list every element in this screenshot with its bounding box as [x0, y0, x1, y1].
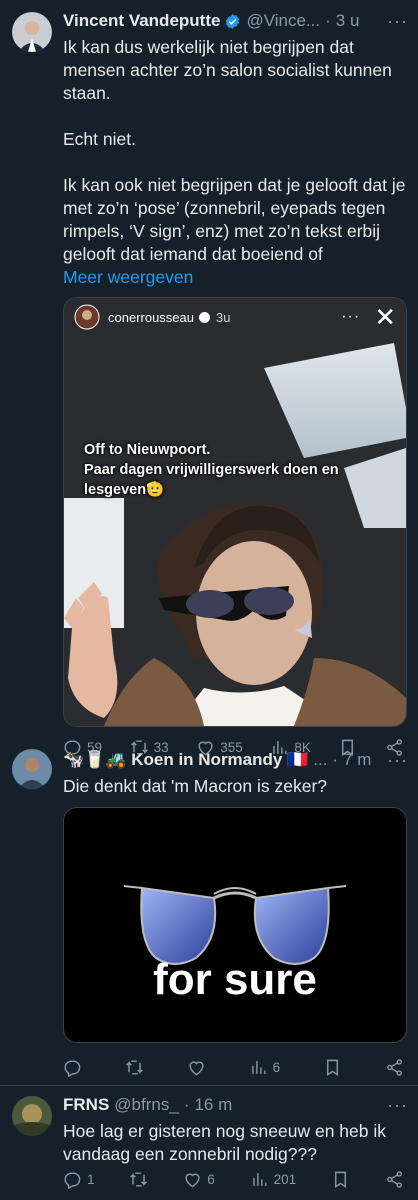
retweet-icon [130, 1171, 148, 1187]
views-button[interactable]: 201 [250, 1170, 296, 1189]
more-options-icon[interactable]: ··· [387, 11, 408, 32]
like-button[interactable] [187, 1058, 206, 1077]
views-button[interactable]: 6 [249, 1058, 280, 1077]
divider [0, 1085, 418, 1086]
reply-icon [64, 1059, 81, 1077]
share-button[interactable] [385, 1058, 404, 1077]
author-handle[interactable]: @Vince... [246, 11, 320, 31]
author-handle[interactable]: ... [313, 750, 327, 770]
views-icon [251, 1060, 266, 1074]
tweet-text: Die denkt dat 'm Macron is zeker? [63, 776, 328, 796]
reply-button[interactable] [63, 1058, 82, 1077]
reply-icon [64, 1171, 81, 1189]
bookmark-icon [335, 1171, 347, 1188]
verified-badge-icon [226, 13, 240, 29]
tweet-text: Ik kan dus werkelijk niet begrijpen dat … [63, 37, 406, 264]
reply-button[interactable]: 1 [63, 1170, 95, 1189]
timestamp[interactable]: 3 u [336, 11, 360, 31]
tweet-text: Hoe lag er gisteren nog sneeuw en heb ik… [63, 1121, 386, 1164]
author-name[interactable]: FRNS [63, 1095, 109, 1115]
share-button[interactable] [385, 1170, 404, 1189]
story-time: 3u [216, 309, 231, 325]
story-verified-icon [199, 311, 210, 323]
heart-icon [189, 1061, 204, 1075]
timestamp[interactable]: 16 m [194, 1095, 232, 1115]
retweet-icon [125, 1059, 143, 1075]
bookmark-button[interactable] [331, 1170, 350, 1189]
show-more-link[interactable]: Meer weergeven [63, 266, 408, 289]
separator-dot: · [183, 1095, 190, 1114]
author-name[interactable]: Vincent Vandeputte [63, 11, 220, 31]
bookmark-icon [327, 1059, 339, 1076]
bookmark-button[interactable] [323, 1058, 342, 1077]
avatar[interactable] [12, 749, 52, 789]
story-avatar-icon [74, 304, 100, 330]
heart-icon [185, 1173, 200, 1187]
avatar[interactable] [12, 1096, 52, 1136]
story-username: conerrousseau [108, 309, 194, 325]
views-icon [252, 1172, 267, 1186]
close-icon: ✕ [374, 302, 396, 332]
retweet-button[interactable] [129, 1170, 148, 1189]
like-button[interactable]: 6 [183, 1170, 215, 1189]
tweet-image[interactable]: conerrousseau 3u ··· ✕ Off to Nieuwpoort… [63, 297, 407, 727]
timestamp[interactable]: 7 m [343, 750, 371, 770]
avatar[interactable] [12, 12, 52, 52]
tweet-image[interactable]: for sure [63, 807, 407, 1043]
retweet-button[interactable] [125, 1058, 144, 1077]
separator-dot: · [332, 750, 339, 769]
share-icon [387, 1058, 402, 1076]
story-more-icon: ··· [341, 308, 361, 325]
more-options-icon[interactable]: ··· [387, 1095, 408, 1116]
image-text: for sure [153, 955, 317, 1004]
story-caption: Off to Nieuwpoort. Paar dagen vrijwillig… [84, 442, 339, 498]
author-name[interactable]: 🐄🥛🚜 Koen in Normandy 🇫🇷 [63, 750, 308, 770]
more-options-icon[interactable]: ··· [387, 750, 408, 771]
author-handle[interactable]: @bfrns_ [114, 1095, 179, 1115]
share-icon [386, 1170, 402, 1188]
separator-dot: · [325, 11, 331, 30]
